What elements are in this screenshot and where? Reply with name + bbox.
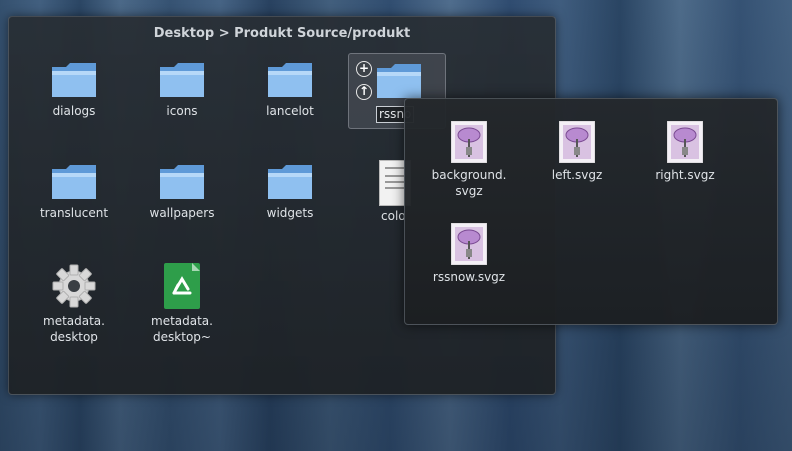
folder-icons[interactable]: icons bbox=[132, 61, 232, 119]
svgz-archive-icon bbox=[450, 120, 488, 164]
file-label: rssnow.svgz bbox=[432, 270, 506, 284]
folder-icon bbox=[158, 163, 206, 201]
svgz-archive-icon bbox=[666, 120, 704, 164]
folder-icon bbox=[266, 163, 314, 201]
file-label-line1: background. bbox=[431, 168, 507, 182]
up-arrow-icon[interactable]: ↑ bbox=[356, 84, 372, 100]
gear-icon bbox=[51, 263, 97, 309]
folder-label: wallpapers bbox=[149, 206, 215, 220]
file-label-line1: metadata. bbox=[43, 314, 105, 328]
file-label-line2: svgz bbox=[455, 184, 483, 198]
folder-wallpapers[interactable]: wallpapers bbox=[132, 163, 232, 221]
file-label: right.svgz bbox=[655, 168, 715, 182]
svgz-archive-icon bbox=[450, 222, 488, 266]
file-metadata-desktop-backup[interactable]: metadata. desktop~ bbox=[132, 263, 232, 345]
file-label-line2: desktop bbox=[50, 330, 98, 344]
folder-label: dialogs bbox=[52, 104, 96, 118]
folder-preview-popup: background. svgz left.svgz right.svgz rs… bbox=[404, 98, 778, 325]
file-left-svgz[interactable]: left.svgz bbox=[527, 120, 627, 183]
folder-label: translucent bbox=[39, 206, 109, 220]
folder-translucent[interactable]: translucent bbox=[24, 163, 124, 221]
file-right-svgz[interactable]: right.svgz bbox=[635, 120, 735, 183]
folder-label: icons bbox=[166, 104, 198, 118]
folder-icon bbox=[50, 61, 98, 99]
svgz-archive-icon bbox=[558, 120, 596, 164]
folder-label: lancelot bbox=[266, 104, 314, 118]
breadcrumb[interactable]: Desktop > Produkt Source/produkt bbox=[9, 26, 555, 41]
file-background-svgz[interactable]: background. svgz bbox=[419, 120, 519, 199]
recycle-icon bbox=[164, 263, 200, 309]
file-rssnow-svgz[interactable]: rssnow.svgz bbox=[419, 222, 519, 285]
folder-icon bbox=[375, 62, 423, 100]
add-icon[interactable]: + bbox=[356, 61, 372, 77]
file-label: left.svgz bbox=[551, 168, 603, 182]
folder-widgets[interactable]: widgets bbox=[240, 163, 340, 221]
file-metadata-desktop[interactable]: metadata. desktop bbox=[24, 263, 124, 345]
folder-label: widgets bbox=[266, 206, 314, 220]
file-label-line2: desktop~ bbox=[153, 330, 211, 344]
folder-icon bbox=[158, 61, 206, 99]
folder-icon bbox=[266, 61, 314, 99]
file-label-line1: metadata. bbox=[151, 314, 213, 328]
folder-dialogs[interactable]: dialogs bbox=[24, 61, 124, 119]
folder-lancelot[interactable]: lancelot bbox=[240, 61, 340, 119]
folder-icon bbox=[50, 163, 98, 201]
